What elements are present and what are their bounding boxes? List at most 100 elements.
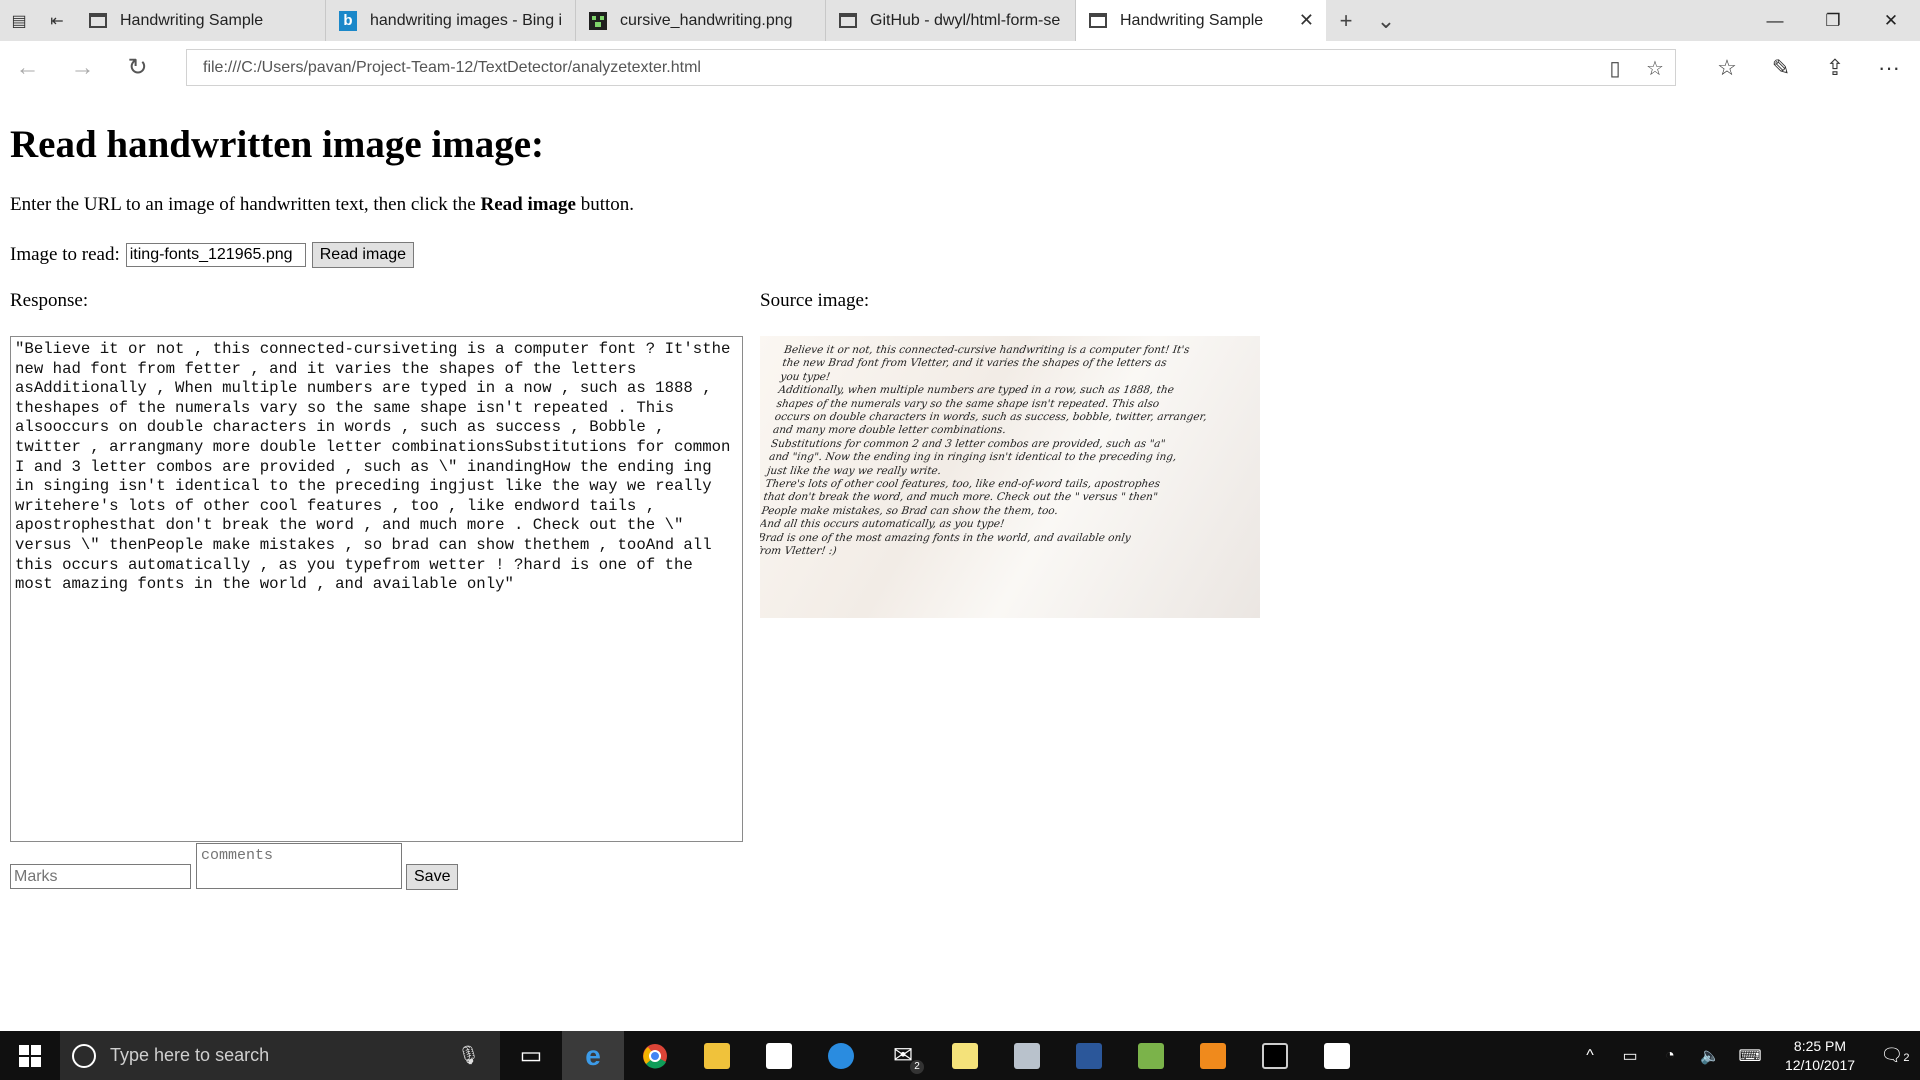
tab-label: handwriting images - Bing i [370,11,563,29]
chevron-up-icon[interactable]: ^ [1570,1047,1610,1065]
image-icon [588,11,608,31]
browser-toolbar: ☆ ✎ ⇪ ··· [1700,41,1916,94]
tab-1[interactable]: b handwriting images - Bing i [326,0,576,41]
system-tray: ^ ▭ ◔ 🔈 ⌨ 8:25 PM 12/10/2017 🗨2 [1570,1031,1920,1080]
safari-icon[interactable] [810,1031,872,1080]
handwriting-line: and "ing". Now the ending ing in ringing… [768,451,1178,464]
instructions-text: Enter the URL to an image of handwritten… [10,194,481,215]
chevron-down-icon[interactable]: ⌄ [1366,0,1406,41]
favorite-star-icon[interactable]: ☆ [1635,56,1675,81]
web-page: Read handwritten image image: Enter the … [0,94,1920,1031]
wifi-icon[interactable]: ◔ [1650,1047,1690,1065]
new-tab-icon[interactable]: + [1326,0,1366,41]
back-arrow-icon[interactable]: ← [0,41,55,94]
image-url-row: Image to read: Read image [10,242,415,268]
photos-icon[interactable] [1306,1031,1368,1080]
window-controls: — ❐ ✕ [1746,0,1920,41]
handwriting-line: Brad is one of the most amazing fonts in… [760,531,1132,544]
keyboard-icon[interactable]: ⌨ [1730,1046,1770,1066]
handwriting-line: And all this occurs automatically, as yo… [760,518,1006,531]
battery-icon[interactable]: ▭ [1610,1046,1650,1066]
response-textarea[interactable]: "Believe it or not , this connected-curs… [10,336,743,842]
tab-0[interactable]: Handwriting Sample [76,0,326,41]
windows-start-icon[interactable] [0,1031,60,1080]
handwriting-line: People make mistakes, so Brad can show t… [760,504,1059,517]
page-title: Read handwritten image image: [10,123,545,166]
word-icon[interactable] [1058,1031,1120,1080]
excel-icon[interactable] [1120,1031,1182,1080]
taskbar-search-box[interactable]: Type here to search 🎙 [60,1031,500,1080]
edge-icon[interactable]: e [562,1031,624,1080]
save-button[interactable]: Save [406,864,459,890]
bing-icon: b [338,10,358,31]
handwriting-line: you type! [779,370,831,383]
terminal-icon[interactable] [1244,1031,1306,1080]
chrome-icon[interactable] [624,1031,686,1080]
tab-3[interactable]: GitHub - dwyl/html-form-se [826,0,1076,41]
marks-input[interactable] [10,864,191,889]
refresh-icon[interactable]: ↻ [110,41,165,94]
mail-icon[interactable]: ✉ 2 [872,1031,934,1080]
set-tabs-aside-icon[interactable]: ⇤ [38,0,76,41]
instructions: Enter the URL to an image of handwritten… [10,194,634,216]
favorites-hub-icon[interactable]: ☆ [1700,41,1754,94]
image-url-label: Image to read: [10,244,120,265]
comments-textarea[interactable] [196,843,402,889]
close-window-icon[interactable]: ✕ [1862,0,1920,41]
image-url-input[interactable] [125,243,306,267]
tab-2[interactable]: cursive_handwriting.png [576,0,826,41]
microphone-icon[interactable]: 🎙 [457,1045,480,1066]
page-icon [838,11,858,31]
clock-date: 12/10/2017 [1784,1056,1856,1073]
action-center-icon[interactable]: 🗨2 [1870,1045,1920,1066]
handwriting-line: Substitutions for common 2 and 3 letter … [770,437,1167,450]
tab-4-active[interactable]: Handwriting Sample ✕ [1076,0,1326,41]
volume-icon[interactable]: 🔈 [1690,1046,1730,1066]
browser-tab-bar: ▤ ⇤ Handwriting Sample b handwriting ima… [0,0,1920,41]
restore-icon[interactable]: ❐ [1804,0,1862,41]
store-icon[interactable] [748,1031,810,1080]
address-text: file:///C:/Users/pavan/Project-Team-12/T… [203,58,701,76]
tab-label: GitHub - dwyl/html-form-se [870,11,1061,29]
cortana-icon [72,1043,96,1068]
tab-label: Handwriting Sample [120,11,264,29]
app-icon[interactable] [996,1031,1058,1080]
handwriting-text: Believe it or not, this connected-cursiv… [760,344,1260,559]
minimize-icon[interactable]: — [1746,0,1804,41]
more-options-icon[interactable]: ··· [1862,41,1916,94]
sticky-notes-icon[interactable] [934,1031,996,1080]
mail-badge: 2 [910,1060,924,1074]
sublime-text-icon[interactable] [1182,1031,1244,1080]
clock[interactable]: 8:25 PM 12/10/2017 [1770,1037,1870,1075]
share-icon[interactable]: ⇪ [1808,41,1862,94]
forward-arrow-icon[interactable]: → [55,41,110,94]
handwriting-line: that don't break the word, and much more… [762,491,1159,504]
address-bar[interactable]: file:///C:/Users/pavan/Project-Team-12/T… [186,49,1676,86]
search-placeholder: Type here to search [110,1045,270,1065]
browser-nav-bar: ← → ↻ file:///C:/Users/pavan/Project-Tea… [0,41,1920,94]
response-label: Response: [10,290,89,311]
reading-view-icon[interactable]: ▯ [1595,56,1635,81]
file-explorer-icon[interactable] [686,1031,748,1080]
page-icon [88,11,108,31]
page-icon [1088,11,1108,31]
source-image: Believe it or not, this connected-cursiv… [760,336,1260,618]
task-view-icon[interactable]: ▭ [500,1031,562,1080]
close-tab-icon[interactable]: ✕ [1299,10,1314,31]
handwriting-line: just like the way we really write. [766,464,942,477]
tab-label: Handwriting Sample [1120,11,1264,29]
handwriting-line: and many more double letter combinations… [772,424,1007,437]
tab-label: cursive_handwriting.png [620,11,793,29]
handwriting-line: the new Brad font from Vletter, and it v… [781,357,1168,370]
clock-time: 8:25 PM [1793,1037,1847,1054]
handwriting-line: shapes of the numerals vary so the same … [775,397,1161,410]
source-image-label: Source image: [760,290,870,311]
web-note-pen-icon[interactable]: ✎ [1754,41,1808,94]
read-image-button[interactable]: Read image [311,242,415,268]
notification-count: 2 [1903,1052,1910,1064]
windows-taskbar: Type here to search 🎙 ▭ e ✉ 2 ^ ▭ ◔ 🔈 ⌨ 8… [0,1031,1920,1080]
handwriting-line: There's lots of other cool features, too… [764,478,1161,491]
tab-manager-icon[interactable]: ▤ [0,0,38,41]
handwriting-line: occurs on double characters in words, su… [773,411,1208,424]
handwriting-line: from Vletter! :) [760,545,838,558]
